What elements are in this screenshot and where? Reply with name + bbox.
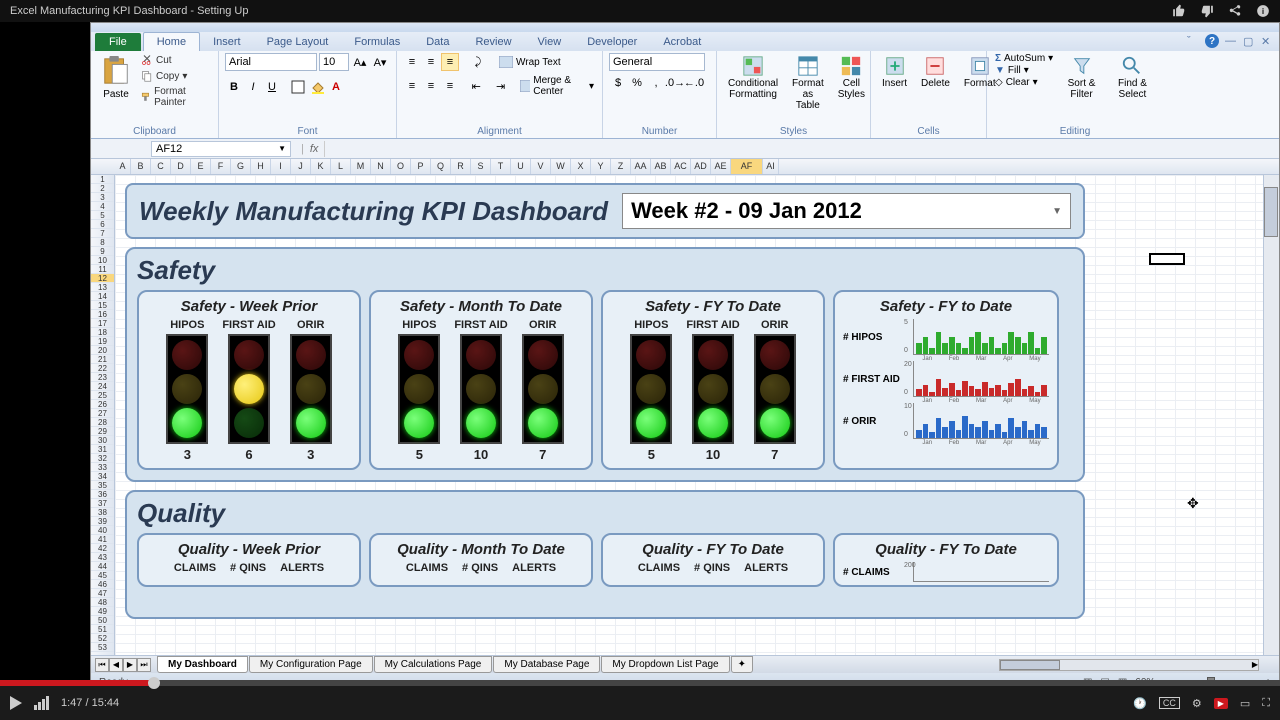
comma-format[interactable]: , [647, 74, 665, 92]
week-selector[interactable]: Week #2 - 09 Jan 2012▼ [622, 193, 1071, 229]
fill-button[interactable]: ▼Fill ▾ [993, 65, 1055, 76]
percent-format[interactable]: % [628, 74, 646, 92]
youtube-logo-icon[interactable]: ▶ [1214, 698, 1228, 709]
tab-view[interactable]: View [525, 33, 575, 51]
tab-review[interactable]: Review [462, 33, 524, 51]
worksheet-grid[interactable]: Weekly Manufacturing KPI Dashboard Week … [115, 175, 1279, 655]
align-bottom[interactable]: ≡ [441, 53, 459, 71]
horizontal-scrollbar[interactable]: ◀▶ [999, 659, 1259, 671]
font-size-select[interactable] [319, 53, 349, 71]
bold-button[interactable]: B [225, 78, 243, 96]
window-minimize-icon[interactable]: — [1225, 35, 1237, 47]
tab-page-layout[interactable]: Page Layout [254, 33, 342, 51]
conditional-formatting-button[interactable]: Conditional Formatting [723, 53, 783, 102]
youtube-player-controls: 1:47 / 15:44 🕐 CC ⚙ ▶ ▭ ⛶ [0, 680, 1280, 720]
paste-button[interactable]: Paste [97, 53, 135, 102]
insert-cells-button[interactable]: Insert [877, 53, 912, 91]
fullscreen-icon[interactable]: ⛶ [1262, 697, 1270, 710]
video-title: Excel Manufacturing KPI Dashboard - Sett… [10, 5, 248, 17]
window-restore-icon[interactable]: ▢ [1243, 35, 1255, 47]
minimize-ribbon-icon[interactable]: ˇ [1187, 35, 1199, 47]
sheet-tab-dropdown[interactable]: My Dropdown List Page [601, 656, 729, 673]
sheet-tab-calc[interactable]: My Calculations Page [374, 656, 493, 673]
theater-icon[interactable]: ▭ [1240, 697, 1250, 710]
cell-styles-button[interactable]: Cell Styles [833, 53, 870, 102]
tab-nav-prev[interactable]: ◀ [109, 658, 123, 672]
delete-cells-button[interactable]: Delete [916, 53, 955, 91]
thumbs-down-icon[interactable] [1200, 4, 1214, 18]
autosum-button[interactable]: ΣAutoSum ▾ [993, 53, 1055, 64]
sheet-tab-db[interactable]: My Database Page [493, 656, 600, 673]
dashboard-title: Weekly Manufacturing KPI Dashboard [139, 196, 608, 227]
number-format-select[interactable] [609, 53, 705, 71]
decrease-indent[interactable]: ⇤ [469, 77, 483, 95]
help-icon[interactable]: ? [1205, 34, 1219, 48]
sort-filter-button[interactable]: Sort & Filter [1059, 53, 1104, 102]
align-right[interactable]: ≡ [441, 77, 459, 95]
increase-decimal[interactable]: .0→ [666, 74, 684, 92]
safety-section-title: Safety [137, 255, 1073, 286]
accounting-format[interactable]: $ [609, 74, 627, 92]
tab-data[interactable]: Data [413, 33, 462, 51]
border-button[interactable] [289, 78, 307, 96]
fx-icon[interactable]: fx [310, 143, 319, 155]
tab-nav-first[interactable]: ⏮ [95, 658, 109, 672]
font-name-select[interactable] [225, 53, 317, 71]
tab-home[interactable]: Home [143, 32, 200, 51]
formula-input[interactable] [324, 141, 1279, 157]
align-top[interactable]: ≡ [403, 53, 421, 71]
tab-nav-last[interactable]: ⏭ [137, 658, 151, 672]
decrease-decimal[interactable]: ←.0 [685, 74, 703, 92]
selected-cell[interactable] [1149, 253, 1185, 265]
tab-insert[interactable]: Insert [200, 33, 254, 51]
clear-button[interactable]: ◇Clear ▾ [993, 77, 1055, 88]
increase-indent[interactable]: ⇥ [493, 77, 507, 95]
watch-later-icon[interactable]: 🕐 [1133, 697, 1147, 710]
mouse-cursor-icon: ✥ [1187, 495, 1199, 512]
align-left[interactable]: ≡ [403, 77, 421, 95]
sheet-tab-dashboard[interactable]: My Dashboard [157, 656, 248, 673]
increase-font-icon[interactable]: A▴ [351, 53, 369, 71]
orientation-button[interactable]: ⤸ [469, 53, 487, 71]
font-color-button[interactable]: A [327, 78, 345, 96]
quality-section-title: Quality [137, 498, 1073, 529]
settings-icon[interactable]: ⚙ [1192, 697, 1202, 710]
underline-button[interactable]: U [263, 78, 281, 96]
volume-icon[interactable] [34, 696, 49, 710]
italic-button[interactable]: I [244, 78, 262, 96]
wrap-text-button[interactable]: Wrap Text [497, 55, 563, 69]
progress-bar[interactable] [0, 680, 1280, 686]
align-center[interactable]: ≡ [422, 77, 440, 95]
decrease-font-icon[interactable]: A▾ [371, 53, 389, 71]
cut-button[interactable]: Cut [139, 53, 212, 67]
new-sheet-button[interactable]: ✦ [731, 656, 753, 673]
tab-nav-next[interactable]: ▶ [123, 658, 137, 672]
file-tab[interactable]: File [95, 33, 141, 51]
share-icon[interactable] [1228, 4, 1242, 18]
sheet-tab-config[interactable]: My Configuration Page [249, 656, 373, 673]
tab-acrobat[interactable]: Acrobat [650, 33, 714, 51]
time-display: 1:47 / 15:44 [61, 697, 119, 709]
merge-center-button[interactable]: Merge & Center ▾ [518, 74, 596, 98]
info-icon[interactable]: i [1256, 4, 1270, 18]
find-select-button[interactable]: Find & Select [1108, 53, 1157, 102]
tab-developer[interactable]: Developer [574, 33, 650, 51]
format-as-table-button[interactable]: Format as Table [787, 53, 829, 113]
cc-icon[interactable]: CC [1159, 697, 1180, 709]
tab-formulas[interactable]: Formulas [341, 33, 413, 51]
window-close-icon[interactable]: ✕ [1261, 35, 1273, 47]
ribbon-tabs: File Home Insert Page Layout Formulas Da… [91, 32, 1279, 51]
name-box[interactable]: AF12▼ [151, 141, 291, 157]
fill-color-button[interactable] [308, 78, 326, 96]
thumbs-up-icon[interactable] [1172, 4, 1186, 18]
align-middle[interactable]: ≡ [422, 53, 440, 71]
svg-text:i: i [1262, 7, 1264, 16]
play-button[interactable] [10, 696, 22, 710]
excel-window: File Home Insert Page Layout Formulas Da… [90, 22, 1280, 680]
format-painter-button[interactable]: Format Painter [139, 85, 212, 109]
copy-button[interactable]: Copy ▾ [139, 69, 212, 83]
vertical-scrollbar[interactable] [1263, 175, 1279, 655]
